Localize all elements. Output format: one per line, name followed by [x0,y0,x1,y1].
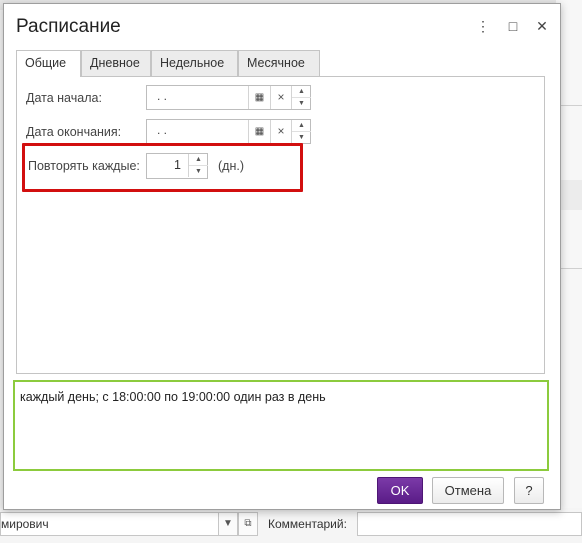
spin-down-icon[interactable]: ▼ [292,98,311,109]
open-icon[interactable]: ⧉ [238,512,258,536]
dropdown-arrow-icon[interactable]: ▼ [218,512,238,536]
start-date-value: . . [157,89,168,103]
dialog-title: Расписание [16,16,121,37]
start-date-stepper[interactable]: ▲ ▼ [291,86,311,109]
comment-input[interactable] [357,512,582,536]
spin-up-icon[interactable]: ▲ [292,86,311,98]
clear-icon[interactable]: × [270,120,291,143]
more-menu-icon[interactable]: ⋮ [475,18,491,34]
close-icon[interactable]: ✕ [534,18,550,34]
end-date-label: Дата окончания: [26,125,122,139]
schedule-dialog: Расписание ⋮ □ ✕ Общие Дневное Недельное… [3,3,561,510]
spin-up-icon[interactable]: ▲ [292,120,311,132]
ok-button[interactable]: OK [377,477,423,504]
calendar-icon[interactable]: ▦ [248,120,270,143]
schedule-summary-text: каждый день; с 18:00:00 по 19:00:00 один… [20,390,326,404]
end-date-field[interactable]: . . ▦ × ▲ ▼ [146,119,311,144]
tab-general[interactable]: Общие [16,50,81,77]
tab-monthly[interactable]: Месячное [238,50,320,76]
clear-icon[interactable]: × [270,86,291,109]
end-date-value: . . [157,123,168,137]
tab-daily[interactable]: Дневное [81,50,151,76]
spin-down-icon[interactable]: ▼ [292,132,311,143]
tab-weekly[interactable]: Недельное [151,50,238,76]
end-date-stepper[interactable]: ▲ ▼ [291,120,311,143]
start-date-field[interactable]: . . ▦ × ▲ ▼ [146,85,311,110]
highlight-annotation [22,143,303,192]
comment-label: Комментарий: [268,517,347,531]
schedule-summary: каждый день; с 18:00:00 по 19:00:00 один… [13,380,549,471]
calendar-icon[interactable]: ▦ [248,86,270,109]
maximize-icon[interactable]: □ [505,18,521,34]
background-person-field[interactable]: мирович [0,512,220,536]
start-date-label: Дата начала: [26,91,102,105]
cancel-button[interactable]: Отмена [432,477,504,504]
help-button[interactable]: ? [514,477,544,504]
